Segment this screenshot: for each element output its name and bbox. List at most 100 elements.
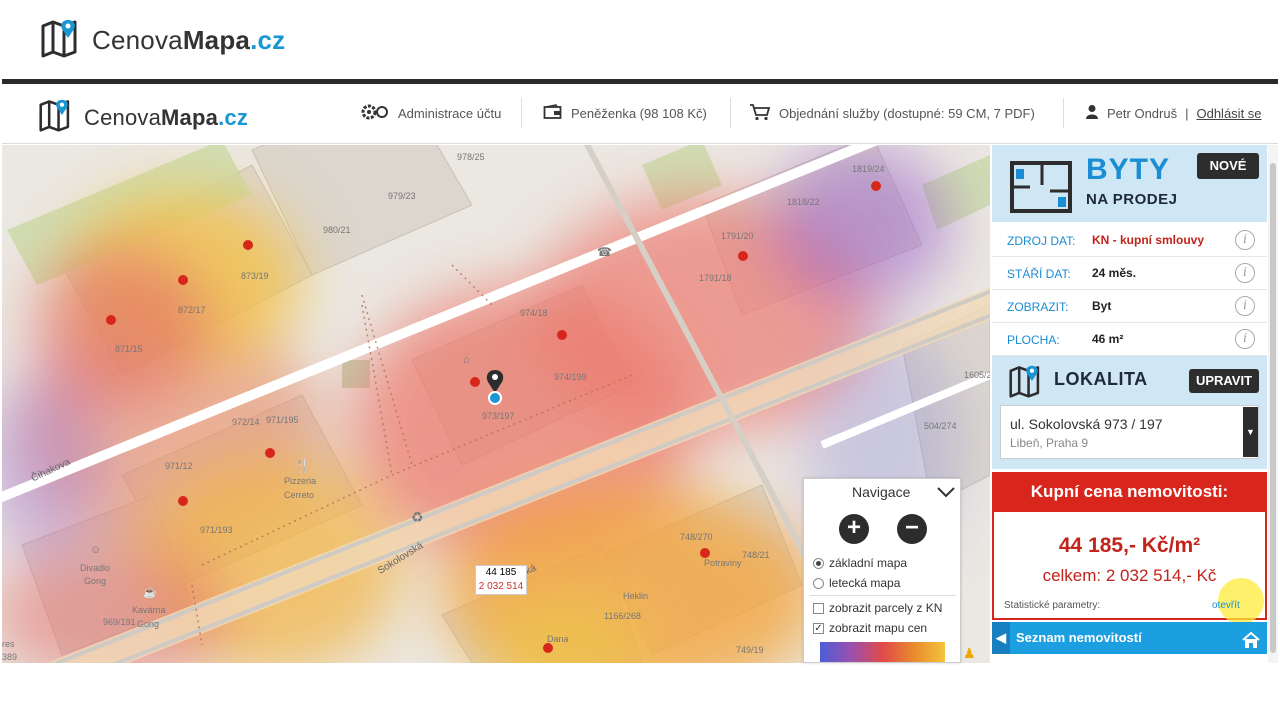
category-block: BYTY NA PRODEJ NOVÉ	[992, 145, 1267, 222]
aerial-map-label: letecká mapa	[829, 576, 901, 590]
poi-label: Potraviny	[704, 558, 742, 568]
admin-link[interactable]: Administrace účtu	[360, 102, 501, 124]
parcel-label: 749/19	[736, 645, 764, 655]
nav-divider	[810, 595, 956, 596]
poi-label: Gong	[84, 576, 107, 586]
address-select[interactable]: ul. Sokolovská 973 / 197 Libeň, Praha 9 …	[1000, 405, 1259, 459]
recycling-icon: ♻	[411, 509, 424, 525]
browser-frame: CenovaMapa.cz CenovaMapa.cz Administrace…	[0, 0, 1280, 720]
category-title: BYTY	[1086, 153, 1171, 186]
outer-logo[interactable]: CenovaMapa.cz	[40, 18, 285, 63]
poi-label: Heklin	[623, 591, 649, 601]
parcel-label: 1819/24	[852, 164, 885, 174]
order-link[interactable]: Objednání služby (dostupné: 59 CM, 7 PDF…	[749, 102, 1035, 124]
map-edge-label: 389	[2, 652, 18, 662]
price-map-label: zobrazit mapu cen	[829, 621, 928, 635]
parcel-label: 980/21	[323, 225, 351, 235]
price-map-checkbox[interactable]: ✓	[813, 622, 824, 634]
property-list-bar[interactable]: ◀ Seznam nemovitostí	[992, 622, 1267, 654]
user-separator: |	[1185, 105, 1189, 121]
gears-icon	[360, 103, 390, 124]
parcel-label: 1791/20	[721, 231, 754, 241]
address-line2: Libeň, Praha 9	[1010, 436, 1089, 450]
header-separator	[521, 98, 522, 128]
parcel-label: 974/199	[554, 372, 587, 382]
info-row-display: ZOBRAZIT: Byt i	[992, 290, 1267, 323]
user-area: Petr Ondruš | Odhlásit se	[1085, 102, 1262, 124]
price-legend-gradient	[820, 642, 945, 662]
info-row-age: STÁŘÍ DAT: 24 měs. i	[992, 257, 1267, 290]
property-list-label: Seznam nemovitostí	[1016, 630, 1142, 645]
info-label: PLOCHA:	[1007, 333, 1060, 347]
zoom-in-button[interactable]: +	[839, 514, 869, 544]
parcels-checkbox[interactable]	[813, 602, 824, 614]
parcel-label: 1166/268	[604, 611, 641, 621]
basic-map-radio[interactable]	[813, 557, 824, 569]
telephone-icon: ☎	[597, 245, 612, 259]
info-row-area: PLOCHA: 46 m² i	[992, 323, 1267, 356]
locality-title: LOKALITA	[1054, 369, 1148, 389]
chevron-left-icon[interactable]: ◀	[992, 622, 1010, 654]
info-icon[interactable]: i	[1235, 263, 1255, 283]
basic-map-option[interactable]: základní mapa	[813, 556, 907, 570]
parcel-label: 969/191	[103, 617, 136, 627]
logout-link[interactable]: Odhlásit se	[1196, 106, 1261, 121]
info-icon[interactable]: i	[1235, 230, 1255, 250]
navigation-title: Navigace	[852, 484, 911, 500]
price-header: Kupní cena nemovitosti:	[992, 472, 1267, 512]
wallet-icon	[543, 103, 563, 123]
home-icon[interactable]	[1241, 629, 1261, 661]
popup-price-total: 2 032 514	[478, 581, 524, 592]
info-icon[interactable]: i	[1235, 329, 1255, 349]
map-edge-label: res	[2, 639, 15, 649]
poi-label: Kavárna	[132, 605, 166, 615]
dropdown-arrow-icon[interactable]: ▼	[1243, 407, 1258, 457]
price-map-option[interactable]: ✓ zobrazit mapu cen	[813, 621, 927, 635]
info-label: ZDROJ DAT:	[1007, 234, 1076, 248]
wallet-label: Peněženka (98 108 Kč)	[571, 105, 707, 121]
parcel-label: 978/25	[457, 152, 485, 162]
parcels-option[interactable]: zobrazit parcely z KN	[813, 601, 942, 615]
aerial-map-radio[interactable]	[813, 577, 824, 589]
edit-button[interactable]: UPRAVIT	[1189, 369, 1259, 393]
poi-label: Dana	[547, 634, 569, 644]
popup-price-m2: 44 185	[485, 567, 517, 578]
price-popup[interactable]: 44 185 2 032 514	[475, 565, 527, 595]
header-separator	[730, 98, 731, 128]
parcel-label: 971/193	[200, 525, 233, 535]
chevron-down-icon[interactable]	[936, 483, 956, 504]
info-label: STÁŘÍ DAT:	[1007, 267, 1071, 281]
user-name: Petr Ondruš	[1107, 105, 1178, 121]
new-button[interactable]: NOVÉ	[1197, 153, 1259, 179]
info-icon[interactable]: i	[1235, 296, 1255, 316]
order-label: Objednání služby (dostupné: 59 CM, 7 PDF…	[779, 105, 1035, 121]
street-view-pegman-icon[interactable]: ♟	[963, 645, 976, 662]
info-value: 24 měs.	[1092, 266, 1137, 280]
parcel-label: 504/274	[924, 421, 957, 431]
info-value: Byt	[1092, 299, 1112, 313]
wallet-link[interactable]: Peněženka (98 108 Kč)	[543, 102, 707, 124]
scrollbar-thumb[interactable]	[1270, 163, 1276, 653]
zoom-out-button[interactable]: −	[897, 514, 927, 544]
header-separator	[1063, 98, 1064, 128]
admin-label: Administrace účtu	[398, 105, 502, 121]
info-value: KN - kupní smlouvy	[1092, 233, 1205, 247]
aerial-map-option[interactable]: letecká mapa	[813, 576, 900, 590]
poi-label: Pizzeria	[284, 476, 317, 486]
navigation-panel: Navigace + − základní mapa letecká mapa …	[803, 478, 961, 663]
stats-label: Statistické parametry:	[1004, 600, 1101, 611]
map-pin-icon	[1008, 364, 1044, 403]
parcel-label: 748/270	[680, 532, 713, 542]
parcel-label: 1818/22	[787, 197, 820, 207]
app-logo-text: CenovaMapa.cz	[84, 104, 249, 130]
address-line1: ul. Sokolovská 973 / 197	[1010, 416, 1163, 432]
panel-scrollbar[interactable]	[1268, 145, 1278, 663]
price-per-m2: 44 185,- Kč/m²	[1058, 534, 1201, 557]
app-logo[interactable]: CenovaMapa.cz	[38, 98, 248, 137]
price-total: celkem: 2 032 514,- Kč	[1042, 566, 1217, 585]
stats-open-link[interactable]: otevřít	[1212, 600, 1240, 611]
app-header: CenovaMapa.cz Administrace účtu Peněženk…	[2, 84, 1278, 144]
map-logo-icon	[40, 18, 82, 63]
poi-label: Gong	[137, 619, 160, 629]
parcel-label: 971/12	[165, 461, 193, 471]
